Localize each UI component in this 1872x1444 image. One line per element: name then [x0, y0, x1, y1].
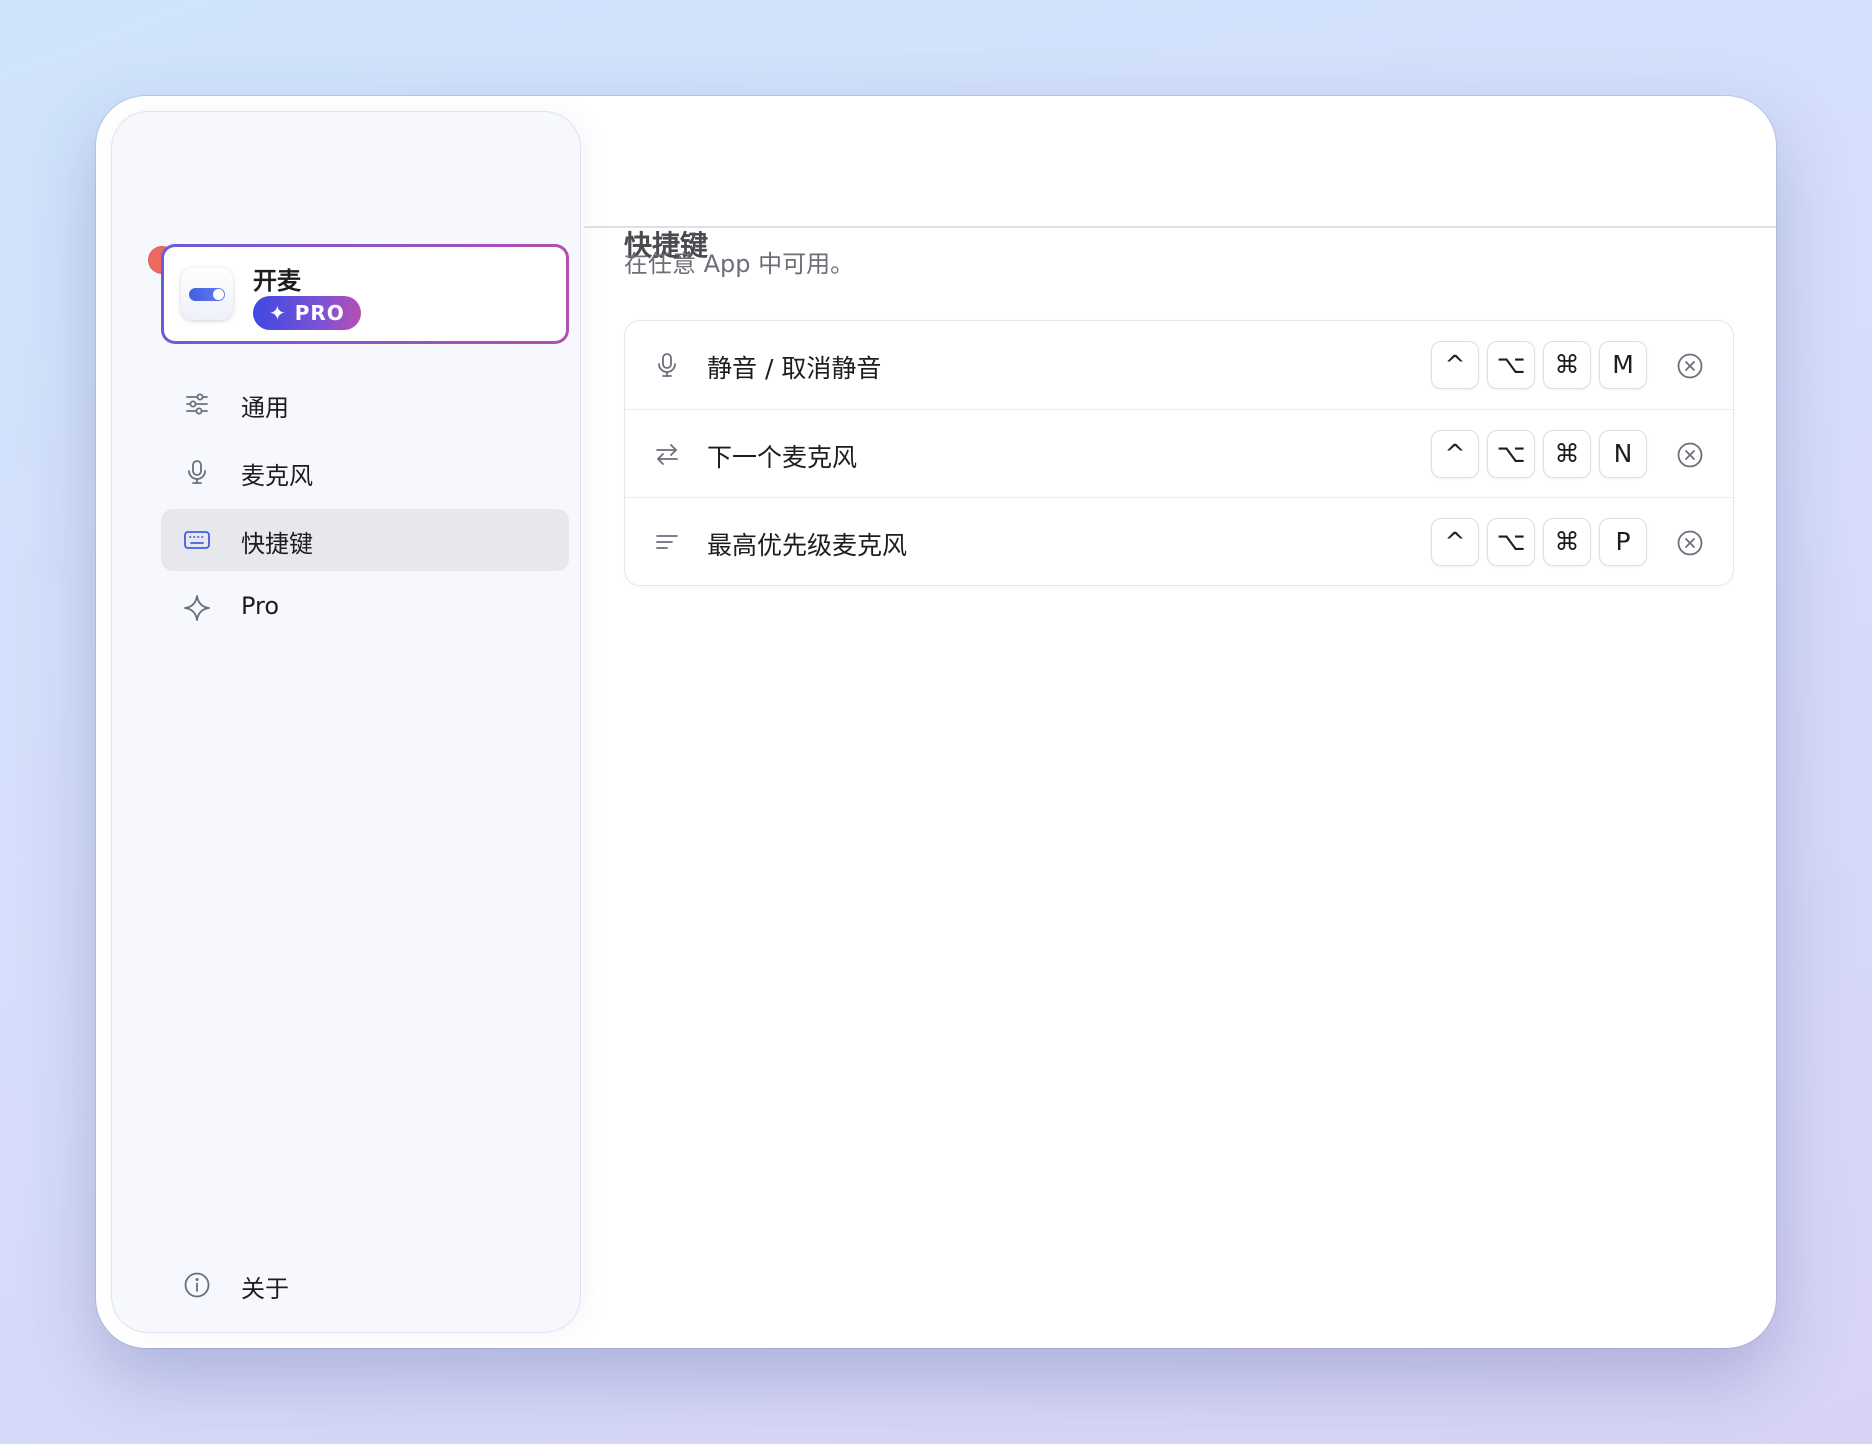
sidebar-item-label: 快捷键: [241, 530, 313, 558]
sparkle-icon: [183, 594, 211, 622]
info-icon: [183, 1271, 211, 1299]
key-letter[interactable]: P: [1599, 518, 1647, 566]
key-command[interactable]: ⌘: [1543, 430, 1591, 478]
microphone-icon: [183, 458, 211, 486]
shortcut-row-mute: 静音 / 取消静音 ^ ⌥ ⌘ M: [625, 321, 1733, 409]
shortcut-row-top-priority-mic: 最高优先级麦克风 ^ ⌥ ⌘ P: [625, 497, 1733, 585]
header-divider: [584, 226, 1776, 228]
key-option[interactable]: ⌥: [1487, 430, 1535, 478]
microphone-icon: [653, 351, 681, 379]
clear-shortcut-icon[interactable]: [1676, 441, 1704, 469]
app-name: 开麦: [253, 267, 301, 295]
page-subtitle: 在任意 App 中可用。: [624, 250, 855, 278]
sidebar: 开麦 ✦ PRO 通用 麦克风 快捷键 Pro 关于: [112, 112, 580, 1332]
shortcut-label: 下一个麦克风: [707, 443, 858, 472]
sidebar-item-about[interactable]: 关于: [161, 1254, 569, 1316]
key-control[interactable]: ^: [1431, 518, 1479, 566]
clear-shortcut-icon[interactable]: [1676, 352, 1704, 380]
keyboard-icon: [183, 526, 211, 554]
sidebar-item-label: 麦克风: [241, 462, 313, 490]
sidebar-item-label: 通用: [241, 394, 289, 422]
shortcut-label: 最高优先级麦克风: [707, 531, 908, 560]
key-control[interactable]: ^: [1431, 430, 1479, 478]
key-control[interactable]: ^: [1431, 341, 1479, 389]
key-command[interactable]: ⌘: [1543, 518, 1591, 566]
sidebar-item-general[interactable]: 通用: [161, 373, 569, 435]
key-letter[interactable]: M: [1599, 341, 1647, 389]
sidebar-item-pro[interactable]: Pro: [161, 577, 569, 639]
key-letter[interactable]: N: [1599, 430, 1647, 478]
swap-arrows-icon: [653, 440, 681, 468]
sidebar-item-shortcuts[interactable]: 快捷键: [161, 509, 569, 571]
priority-lines-icon: [653, 528, 681, 556]
shortcut-label: 静音 / 取消静音: [707, 354, 882, 383]
sidebar-item-label: Pro: [241, 592, 280, 620]
shortcuts-list: 静音 / 取消静音 ^ ⌥ ⌘ M 下一个麦克风 ^ ⌥ ⌘ N 最高优先级麦克…: [624, 320, 1734, 586]
shortcut-row-next-mic: 下一个麦克风 ^ ⌥ ⌘ N: [625, 409, 1733, 498]
key-option[interactable]: ⌥: [1487, 341, 1535, 389]
sidebar-item-label: 关于: [241, 1275, 289, 1303]
sidebar-item-microphone[interactable]: 麦克风: [161, 441, 569, 503]
sliders-icon: [183, 390, 211, 418]
app-card[interactable]: 开麦 ✦ PRO: [161, 244, 569, 344]
clear-shortcut-icon[interactable]: [1676, 529, 1704, 557]
key-option[interactable]: ⌥: [1487, 518, 1535, 566]
toggle-switch-icon: [181, 268, 233, 320]
key-command[interactable]: ⌘: [1543, 341, 1591, 389]
pro-badge: ✦ PRO: [253, 296, 361, 330]
settings-window: 开麦 ✦ PRO 通用 麦克风 快捷键 Pro 关于 快捷键 在任意 App 中…: [96, 96, 1776, 1348]
